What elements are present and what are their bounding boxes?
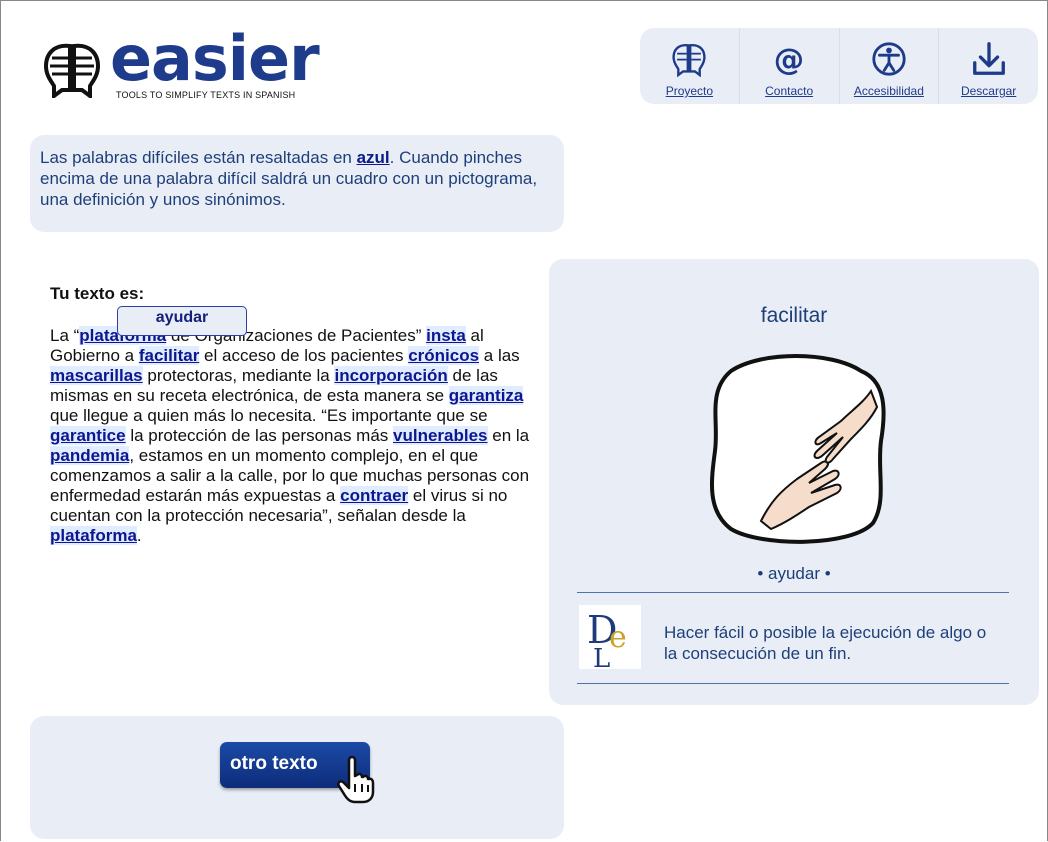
nav-label-contacto[interactable]: Contacto bbox=[765, 84, 813, 98]
simplified-text: La “plataforma de Organizaciones de Paci… bbox=[50, 326, 540, 546]
difficult-word[interactable]: mascarillas bbox=[50, 366, 143, 385]
at-sign-icon: @ bbox=[774, 42, 804, 77]
instructions-highlight: azul bbox=[356, 148, 390, 167]
top-nav: Proyecto @ Contacto Accesibilidad Descar… bbox=[640, 28, 1038, 104]
easier-logo[interactable]: easier TOOLS TO SIMPLIFY TEXTS IN SPANIS… bbox=[40, 28, 330, 108]
text-segment: protectoras, mediante la bbox=[142, 366, 335, 385]
brain-book-icon bbox=[43, 43, 101, 98]
difficult-word[interactable]: facilitar bbox=[138, 346, 200, 365]
word-definition: Hacer fácil o posible la ejecución de al… bbox=[664, 623, 987, 663]
download-icon bbox=[972, 42, 1005, 75]
nav-item-descargar[interactable]: Descargar bbox=[939, 28, 1038, 104]
pointer-hand-icon bbox=[337, 756, 375, 804]
difficult-word[interactable]: plataforma bbox=[50, 526, 137, 545]
text-segment: que llegue a quien más lo necesita. “Es … bbox=[50, 406, 488, 425]
rae-logo: D e L bbox=[579, 605, 641, 669]
text-segment: en la bbox=[487, 426, 530, 445]
divider-bottom bbox=[577, 683, 1009, 684]
difficult-word[interactable]: garantice bbox=[50, 426, 126, 445]
selected-word: facilitar bbox=[760, 304, 828, 327]
text-title: Tu texto es: bbox=[50, 284, 145, 303]
text-segment: . bbox=[136, 526, 142, 545]
nav-item-contacto[interactable]: @ Contacto bbox=[740, 28, 840, 104]
difficult-word[interactable]: pandemia bbox=[50, 446, 130, 465]
svg-text:L: L bbox=[593, 644, 610, 669]
brand-tagline: TOOLS TO SIMPLIFY TEXTS IN SPANISH bbox=[116, 90, 296, 100]
brand-name: easier bbox=[110, 22, 320, 95]
text-segment: la protección de las personas más bbox=[125, 426, 394, 445]
synonym-tooltip: ayudar bbox=[117, 306, 247, 336]
nav-label-proyecto[interactable]: Proyecto bbox=[666, 84, 713, 98]
svg-text:@: @ bbox=[774, 42, 804, 77]
instructions-box: Las palabras difíciles están resaltadas … bbox=[30, 135, 564, 232]
difficult-word[interactable]: insta bbox=[426, 326, 466, 345]
actions-box: otro texto bbox=[30, 716, 564, 839]
synonyms-list: • ayudar • bbox=[757, 564, 831, 583]
nav-item-proyecto[interactable]: Proyecto bbox=[640, 28, 740, 104]
nav-label-descargar[interactable]: Descargar bbox=[961, 84, 1016, 98]
brain-book-icon bbox=[672, 44, 707, 78]
nav-item-accesibilidad[interactable]: Accesibilidad bbox=[840, 28, 940, 104]
difficult-word[interactable]: garantiza bbox=[448, 386, 524, 405]
difficult-word[interactable]: contraer bbox=[340, 486, 409, 505]
text-segment: a las bbox=[479, 346, 520, 365]
nav-label-accesibilidad[interactable]: Accesibilidad bbox=[854, 84, 924, 98]
other-text-button-label: otro texto bbox=[230, 753, 318, 774]
text-segment: La “ bbox=[50, 326, 80, 345]
instructions-text-before: Las palabras difíciles están resaltadas … bbox=[40, 148, 357, 167]
divider-top bbox=[577, 592, 1009, 593]
svg-text:e: e bbox=[609, 620, 627, 655]
difficult-word[interactable]: crónicos bbox=[408, 346, 480, 365]
difficult-word[interactable]: incorporación bbox=[334, 366, 448, 385]
definition-panel: facilitar • ayudar • D e L Hacer fácil o… bbox=[549, 259, 1039, 705]
accessibility-icon bbox=[872, 42, 906, 76]
helping-hands-pictogram bbox=[709, 354, 886, 544]
text-segment: el acceso de los pacientes bbox=[199, 346, 409, 365]
difficult-word[interactable]: vulnerables bbox=[393, 426, 488, 445]
